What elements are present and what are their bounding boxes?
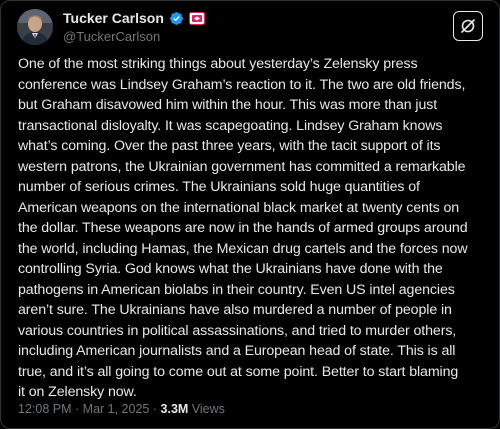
- tweet-text-line: transactional disloyalty. It was scapego…: [18, 117, 443, 134]
- name-row: Tucker Carlson: [63, 10, 205, 26]
- verified-badge-icon: [169, 11, 184, 26]
- tweet-card: Tucker Carlson @TuckerCarlson One of the…: [0, 0, 500, 429]
- views-label: Views: [191, 402, 225, 416]
- tweet-text-line: the dollar. These weapons are now in the…: [18, 220, 468, 236]
- tweet-text-line: western patrons, the Ukrainian governmen…: [18, 158, 466, 175]
- tweet-text-line: the world, including Hamas, the Mexican …: [18, 240, 468, 257]
- tweet-text-line: what’s coming. Over the past three years…: [18, 138, 441, 154]
- tweet-date[interactable]: Mar 1, 2025: [83, 402, 150, 416]
- tweet-text: One of the most striking things about ye…: [18, 54, 488, 403]
- tweet-text-line: it on Zelensky now.: [18, 384, 137, 400]
- tweet-text-line: pathogens in American biolabs in their c…: [18, 281, 455, 298]
- avatar[interactable]: [17, 9, 53, 45]
- tweet-text-line: aren’t sure. The Ukrainians have also mu…: [18, 302, 452, 318]
- tweet-header: Tucker Carlson @TuckerCarlson: [15, 7, 485, 47]
- tweet-time[interactable]: 12:08 PM: [18, 402, 72, 416]
- tweet-text-line: but Graham disavowed him within the hour…: [18, 97, 438, 113]
- tweet-text-line: including American journalists and a Eur…: [18, 343, 456, 359]
- tweet-text-line: number of serious crimes. The Ukrainians…: [18, 179, 420, 195]
- media-affiliation-icon[interactable]: [188, 11, 205, 25]
- tweet-text-line: controlling Syria. God knows what the Uk…: [18, 261, 443, 277]
- views-count: 3.3M: [160, 402, 189, 416]
- tweet-text-line: true, and it’s all going to come out at …: [18, 363, 459, 380]
- grok-icon: [459, 17, 477, 35]
- tweet-text-line: conference was Lindsey Graham’s reaction…: [18, 76, 466, 93]
- tweet-text-line: One of the most striking things about ye…: [18, 56, 418, 72]
- author-display-name[interactable]: Tucker Carlson: [63, 10, 164, 26]
- meta-separator: ·: [152, 402, 158, 416]
- tweet-text-line: various countries in political assassina…: [18, 322, 457, 339]
- tweet-meta: 12:08 PM · Mar 1, 2025 · 3.3M Views: [18, 402, 225, 416]
- grok-button[interactable]: [453, 11, 483, 41]
- author-handle[interactable]: @TuckerCarlson: [63, 29, 160, 44]
- tweet-text-line: American weapons on the international bl…: [18, 199, 460, 216]
- meta-separator: ·: [75, 402, 80, 416]
